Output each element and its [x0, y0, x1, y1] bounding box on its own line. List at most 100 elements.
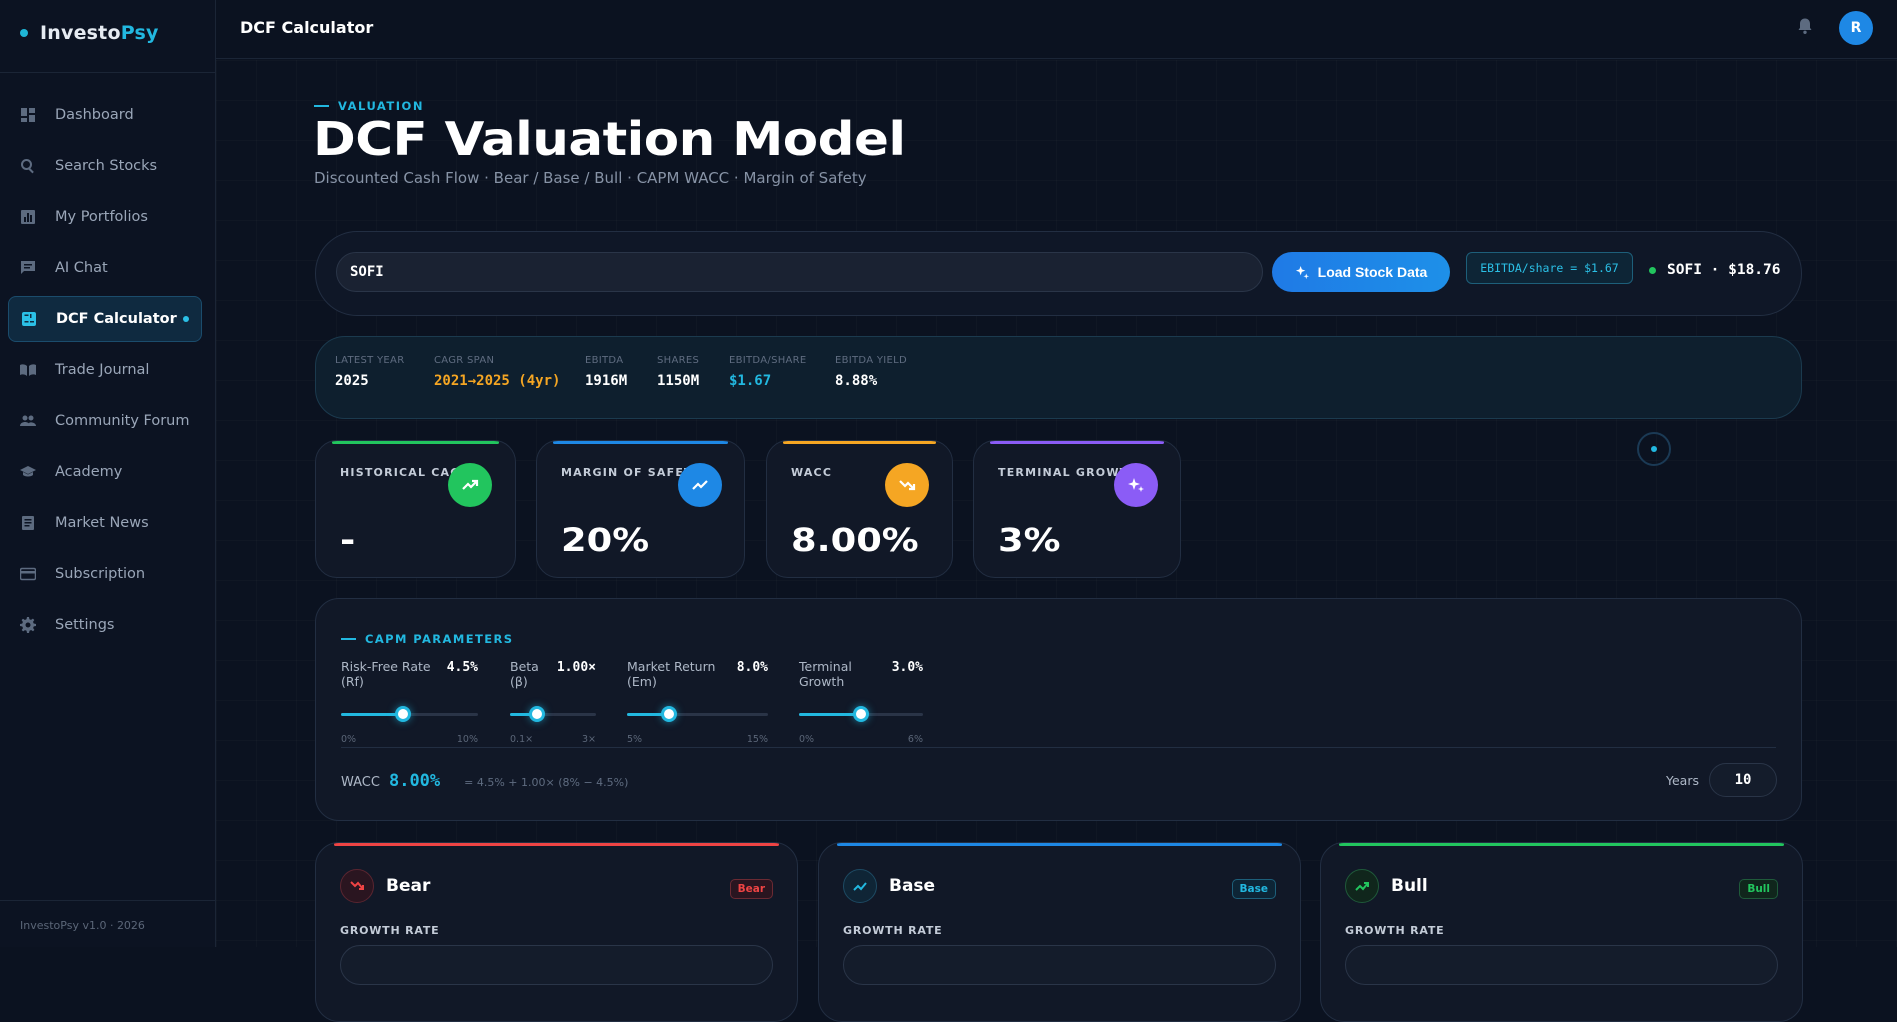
capm-parameters-card: CAPM PARAMETERS Risk-Free Rate (Rf) 4.5% …	[315, 598, 1802, 821]
years-control: Years 10	[1666, 763, 1777, 797]
page-subtitle: Discounted Cash Flow · Bear / Base / Bul…	[314, 169, 867, 187]
metric-value: 20%	[561, 521, 650, 559]
slider-handle[interactable]	[661, 706, 678, 722]
capm-title: CAPM PARAMETERS	[341, 632, 513, 646]
slider-beta[interactable]: Beta (β) 1.00× 0.1× 3×	[510, 659, 596, 745]
trending-up-icon	[843, 869, 877, 903]
sidebar-item-my-portfolios[interactable]: My Portfolios	[8, 194, 202, 240]
slider-track[interactable]	[799, 706, 923, 722]
sidebar-item-dcf-calculator[interactable]: DCF Calculator	[8, 296, 202, 342]
slider-risk-free-rate[interactable]: Risk-Free Rate (Rf) 4.5% 0% 10%	[341, 659, 478, 745]
scenario-accent-bar	[1339, 843, 1784, 846]
stats-summary-card: LATEST YEAR 2025 CAGR SPAN 2021→2025 (4yr)…	[315, 336, 1802, 419]
metric-accent-bar	[553, 441, 728, 444]
slider-handle[interactable]	[853, 706, 869, 722]
sidebar-item-community-forum[interactable]: Community Forum	[8, 398, 202, 444]
growth-rate-input[interactable]	[1345, 945, 1778, 985]
slider-handle[interactable]	[528, 706, 545, 722]
slider-terminal-growth[interactable]: Terminal Growth 3.0% 0% 6%	[799, 659, 923, 745]
sidebar-item-label: Dashboard	[55, 107, 134, 123]
scenario-badge: Base	[1231, 879, 1276, 899]
stat-label: LATEST YEAR	[335, 355, 405, 366]
app-version: InvestoPsy v1.0 · 2026	[20, 919, 145, 932]
sidebar-item-label: Subscription	[55, 566, 146, 582]
people-icon	[20, 415, 36, 426]
growth-rate-label: GROWTH RATE	[843, 924, 943, 937]
scenario-card-base: Base Base GROWTH RATE	[818, 842, 1301, 1022]
chat-icon	[21, 261, 35, 274]
stat-value: 2021→2025 (4yr)	[434, 373, 561, 389]
slider-value: 1.00×	[556, 660, 596, 675]
eyebrow-line-icon	[314, 105, 329, 107]
bell-icon[interactable]	[1796, 17, 1814, 35]
slider-max: 10%	[456, 734, 478, 745]
metric-accent-bar	[783, 441, 936, 444]
slider-handle[interactable]	[394, 706, 411, 722]
scenario-name: Bear	[386, 876, 431, 896]
calculator-icon	[22, 312, 36, 326]
slider-track[interactable]	[627, 706, 768, 722]
metric-accent-bar	[332, 441, 499, 444]
ebitda-share-pill: EBITDA/share = $1.67	[1466, 252, 1633, 284]
slider-value: 8.0%	[736, 660, 768, 675]
sidebar-item-label: AI Chat	[55, 260, 108, 276]
slider-label: Beta (β)	[510, 659, 539, 689]
years-input[interactable]: 10	[1709, 763, 1777, 797]
metric-accent-bar	[990, 441, 1164, 444]
metric-value: 8.00%	[791, 521, 919, 559]
slider-max: 6%	[907, 734, 923, 745]
growth-rate-input[interactable]	[843, 945, 1276, 985]
newspaper-icon	[22, 516, 34, 530]
sparkle-icon	[1295, 265, 1309, 279]
trending-up-icon	[678, 463, 722, 507]
book-icon	[20, 364, 36, 376]
sidebar: Investo Psy Dashboard Search Stocks My Po…	[0, 0, 216, 947]
load-stock-data-button[interactable]: Load Stock Data	[1272, 252, 1450, 292]
growth-rate-label: GROWTH RATE	[340, 924, 440, 937]
sidebar-item-label: Academy	[55, 464, 123, 480]
capm-title-line-icon	[341, 638, 356, 640]
stat-shares: SHARES 1150M	[657, 355, 699, 389]
logo-dot-icon	[20, 29, 28, 37]
sidebar-item-market-news[interactable]: Market News	[8, 500, 202, 546]
brand-logo[interactable]: Investo Psy	[20, 22, 159, 44]
sidebar-item-trade-journal[interactable]: Trade Journal	[8, 347, 202, 393]
sidebar-item-settings[interactable]: Settings	[8, 602, 202, 648]
scenario-card-bull: Bull Bull GROWTH RATE	[1320, 842, 1803, 1022]
stat-value: 8.88%	[835, 373, 878, 389]
wacc-value: 8.00%	[388, 771, 441, 791]
metric-label: WACC	[791, 466, 833, 479]
slider-track[interactable]	[510, 706, 596, 722]
ticker-input[interactable]	[336, 252, 1263, 292]
slider-track[interactable]	[341, 706, 478, 722]
user-avatar[interactable]: R	[1839, 11, 1873, 45]
wacc-summary: WACC 8.00% = 4.5% + 1.00× (8% − 4.5%)	[341, 771, 628, 791]
sidebar-item-label: Community Forum	[55, 413, 190, 429]
slider-min: 0%	[799, 734, 815, 745]
load-button-label: Load Stock Data	[1317, 264, 1428, 280]
sidebar-item-search-stocks[interactable]: Search Stocks	[8, 143, 202, 189]
stat-ebitda-share: EBITDA/SHARE $1.67	[729, 355, 807, 389]
trending-down-icon	[340, 869, 374, 903]
stat-label: EBITDA/SHARE	[729, 355, 807, 366]
metric-margin-of-safety: MARGIN OF SAFETY 20%	[536, 440, 745, 578]
growth-rate-input[interactable]	[340, 945, 773, 985]
top-bar: DCF Calculator R	[216, 0, 1897, 59]
bar-chart-icon	[21, 210, 35, 224]
sidebar-item-dashboard[interactable]: Dashboard	[8, 92, 202, 138]
price-tag-text: SOFI · $18.76	[1667, 262, 1781, 278]
sidebar-item-label: DCF Calculator	[56, 311, 177, 327]
stat-label: EBITDA	[585, 355, 624, 366]
loading-spinner-icon	[1637, 432, 1671, 466]
trending-up-icon	[1345, 869, 1379, 903]
stat-value: 1916M	[585, 373, 628, 389]
dashboard-icon	[21, 108, 35, 122]
sidebar-item-subscription[interactable]: Subscription	[8, 551, 202, 597]
slider-fill	[341, 713, 403, 716]
sidebar-item-ai-chat[interactable]: AI Chat	[8, 245, 202, 291]
stat-label: CAGR SPAN	[434, 355, 495, 366]
slider-market-return[interactable]: Market Return (Em) 8.0% 5% 15%	[627, 659, 768, 745]
scenario-card-bear: Bear Bear GROWTH RATE	[315, 842, 798, 1022]
sidebar-item-academy[interactable]: Academy	[8, 449, 202, 495]
stat-value: 1150M	[657, 373, 700, 389]
